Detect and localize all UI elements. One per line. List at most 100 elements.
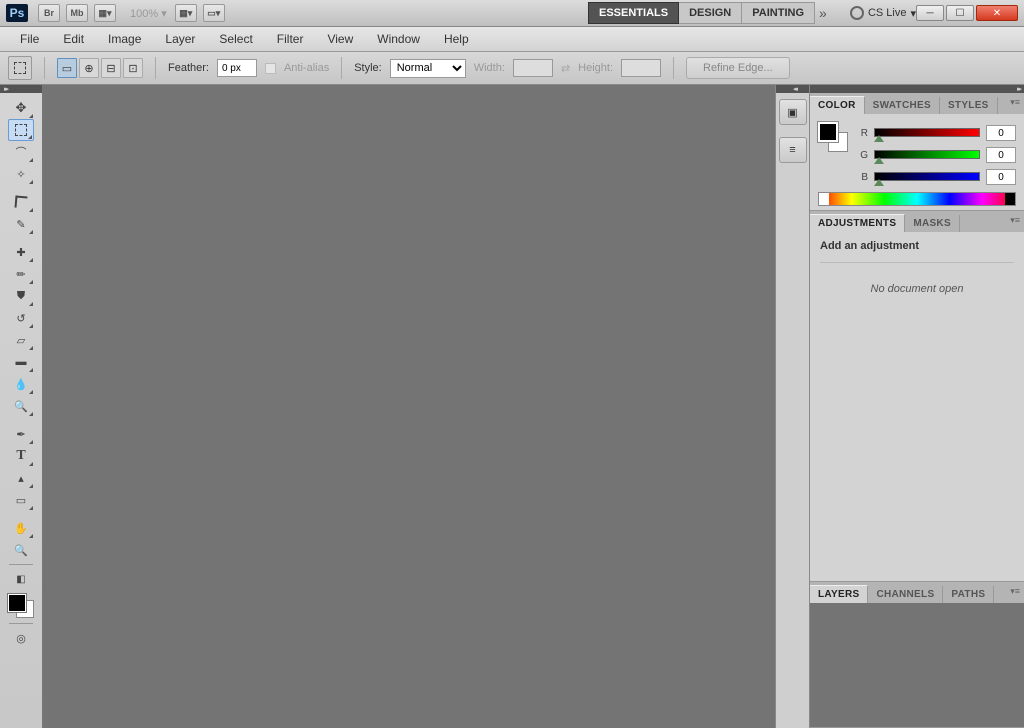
menu-window[interactable]: Window [365, 28, 432, 50]
adjustments-panel-menu-icon[interactable]: ▾≡ [1010, 215, 1020, 226]
layers-body[interactable] [810, 603, 1024, 727]
quick-mask-tool[interactable]: ◎ [8, 627, 34, 649]
menu-filter[interactable]: Filter [265, 28, 316, 50]
zoom-tool[interactable]: 🔍 [8, 539, 34, 561]
quick-select-tool[interactable]: ✧ [8, 163, 34, 185]
stamp-tool[interactable]: ⛊ [8, 285, 34, 307]
crop-tool[interactable] [8, 191, 34, 213]
menu-image[interactable]: Image [96, 28, 153, 50]
arrange-docs-button[interactable]: ▦▾ [175, 4, 197, 22]
brush-tool[interactable]: ✏ [8, 263, 34, 285]
lasso-icon: ⌒ [16, 144, 27, 160]
tab-paths[interactable]: PATHS [943, 586, 994, 603]
selection-intersect[interactable]: ⊡ [123, 58, 143, 78]
g-slider[interactable] [874, 150, 980, 160]
tab-color[interactable]: COLOR [810, 96, 865, 114]
dodge-tool[interactable]: 🔍 [8, 395, 34, 417]
brush-icon: ✏ [16, 268, 25, 281]
cs-live-button[interactable]: CS Live▾ [850, 6, 916, 20]
pen-tool[interactable]: ✒ [8, 423, 34, 445]
menu-edit[interactable]: Edit [51, 28, 96, 50]
adjustments-panel: ADJUSTMENTS MASKS ▾≡ Add an adjustment N… [810, 211, 1024, 582]
eraser-tool[interactable]: ▱ [8, 329, 34, 351]
marquee-tool[interactable] [8, 119, 34, 141]
color-panel-menu-icon[interactable]: ▾≡ [1010, 97, 1020, 108]
close-button[interactable]: ✕ [976, 5, 1018, 21]
b-slider[interactable] [874, 172, 980, 182]
workspace-more-icon[interactable]: » [819, 5, 827, 21]
workspace-design[interactable]: DESIGN [679, 2, 742, 24]
workspace-essentials[interactable]: ESSENTIALS [588, 2, 679, 24]
gradient-icon: ▬ [16, 356, 27, 368]
style-select[interactable]: Normal [390, 59, 466, 78]
view-extras-button[interactable]: ▦▾ [94, 4, 116, 22]
menu-file[interactable]: File [8, 28, 51, 50]
healing-tool[interactable]: ✚ [8, 241, 34, 263]
move-tool[interactable]: ✥ [8, 97, 34, 119]
tab-styles[interactable]: STYLES [940, 97, 998, 114]
wand-icon: ✧ [16, 168, 25, 181]
blur-tool[interactable]: 💧 [8, 373, 34, 395]
path-select-tool[interactable]: ▴ [8, 467, 34, 489]
bridge-button[interactable]: Br [38, 4, 60, 22]
dock-collapse-icon[interactable]: ◂◂ [793, 85, 796, 93]
default-colors-icon: ◧ [16, 574, 25, 585]
menu-help[interactable]: Help [432, 28, 481, 50]
screen-mode-button[interactable]: ▭▾ [203, 4, 225, 22]
minibridge-panel-button[interactable]: ▣ [779, 99, 807, 125]
dodge-icon: 🔍 [14, 400, 28, 413]
zoom-level[interactable]: 100% ▾ [130, 7, 167, 20]
refine-edge-button[interactable]: Refine Edge... [686, 57, 790, 79]
feather-input[interactable] [217, 59, 257, 77]
menu-select[interactable]: Select [207, 28, 264, 50]
color-swatch-pair[interactable] [818, 122, 848, 152]
options-bar: ▭ ⊕ ⊟ ⊡ Feather: Anti-alias Style: Norma… [0, 52, 1024, 85]
minibridge-button[interactable]: Mb [66, 4, 88, 22]
workspace-painting[interactable]: PAINTING [742, 2, 815, 24]
history-panel-button[interactable]: ≡ [779, 137, 807, 163]
selection-subtract[interactable]: ⊟ [101, 58, 121, 78]
history-brush-tool[interactable]: ↺ [8, 307, 34, 329]
document-canvas[interactable] [43, 85, 775, 728]
lasso-tool[interactable]: ⌒ [8, 141, 34, 163]
fg-bg-swatch[interactable] [6, 592, 36, 620]
minimize-button[interactable]: ─ [916, 5, 944, 21]
main-area: ▸▸ ✥ ⌒ ✧ ✎ ✚ ✏ ⛊ ↺ ▱ ▬ 💧 🔍 ✒ T ▴ ▭ ✋ 🔍 [0, 85, 1024, 728]
type-tool[interactable]: T [8, 445, 34, 467]
maximize-button[interactable]: ☐ [946, 5, 974, 21]
marquee-icon [14, 62, 26, 74]
tab-adjustments[interactable]: ADJUSTMENTS [810, 214, 905, 232]
b-value[interactable] [986, 169, 1016, 185]
r-value[interactable] [986, 125, 1016, 141]
tool-preset-picker[interactable] [8, 56, 32, 80]
tab-channels[interactable]: CHANNELS [868, 586, 943, 603]
eyedropper-tool[interactable]: ✎ [8, 213, 34, 235]
window-controls: ─ ☐ ✕ [916, 5, 1018, 21]
tab-masks[interactable]: MASKS [905, 215, 960, 232]
default-colors[interactable]: ◧ [8, 568, 34, 590]
menu-layer[interactable]: Layer [153, 28, 207, 50]
fg-color-swatch[interactable] [8, 594, 26, 612]
panels-collapse-icon[interactable]: ▸▸ [1017, 85, 1020, 93]
hand-tool[interactable]: ✋ [8, 517, 34, 539]
shape-tool[interactable]: ▭ [8, 489, 34, 511]
menu-bar: File Edit Image Layer Select Filter View… [0, 27, 1024, 52]
gradient-tool[interactable]: ▬ [8, 351, 34, 373]
fg-swatch[interactable] [818, 122, 838, 142]
color-spectrum[interactable] [818, 192, 1016, 206]
photoshop-logo[interactable]: Ps [6, 4, 28, 22]
tab-swatches[interactable]: SWATCHES [865, 97, 940, 114]
height-label: Height: [578, 62, 613, 74]
menu-view[interactable]: View [315, 28, 365, 50]
blur-icon: 💧 [14, 378, 28, 391]
right-panel-dock: ▸▸ COLOR SWATCHES STYLES ▾≡ R [810, 85, 1024, 728]
layers-panel-menu-icon[interactable]: ▾≡ [1010, 586, 1020, 597]
selection-add[interactable]: ⊕ [79, 58, 99, 78]
swap-dims-icon: ⇄ [561, 62, 570, 75]
r-slider[interactable] [874, 128, 980, 138]
tab-layers[interactable]: LAYERS [810, 585, 868, 603]
g-value[interactable] [986, 147, 1016, 163]
antialias-label: Anti-alias [284, 62, 329, 74]
tools-collapse-icon[interactable]: ▸▸ [4, 85, 7, 93]
selection-new[interactable]: ▭ [57, 58, 77, 78]
